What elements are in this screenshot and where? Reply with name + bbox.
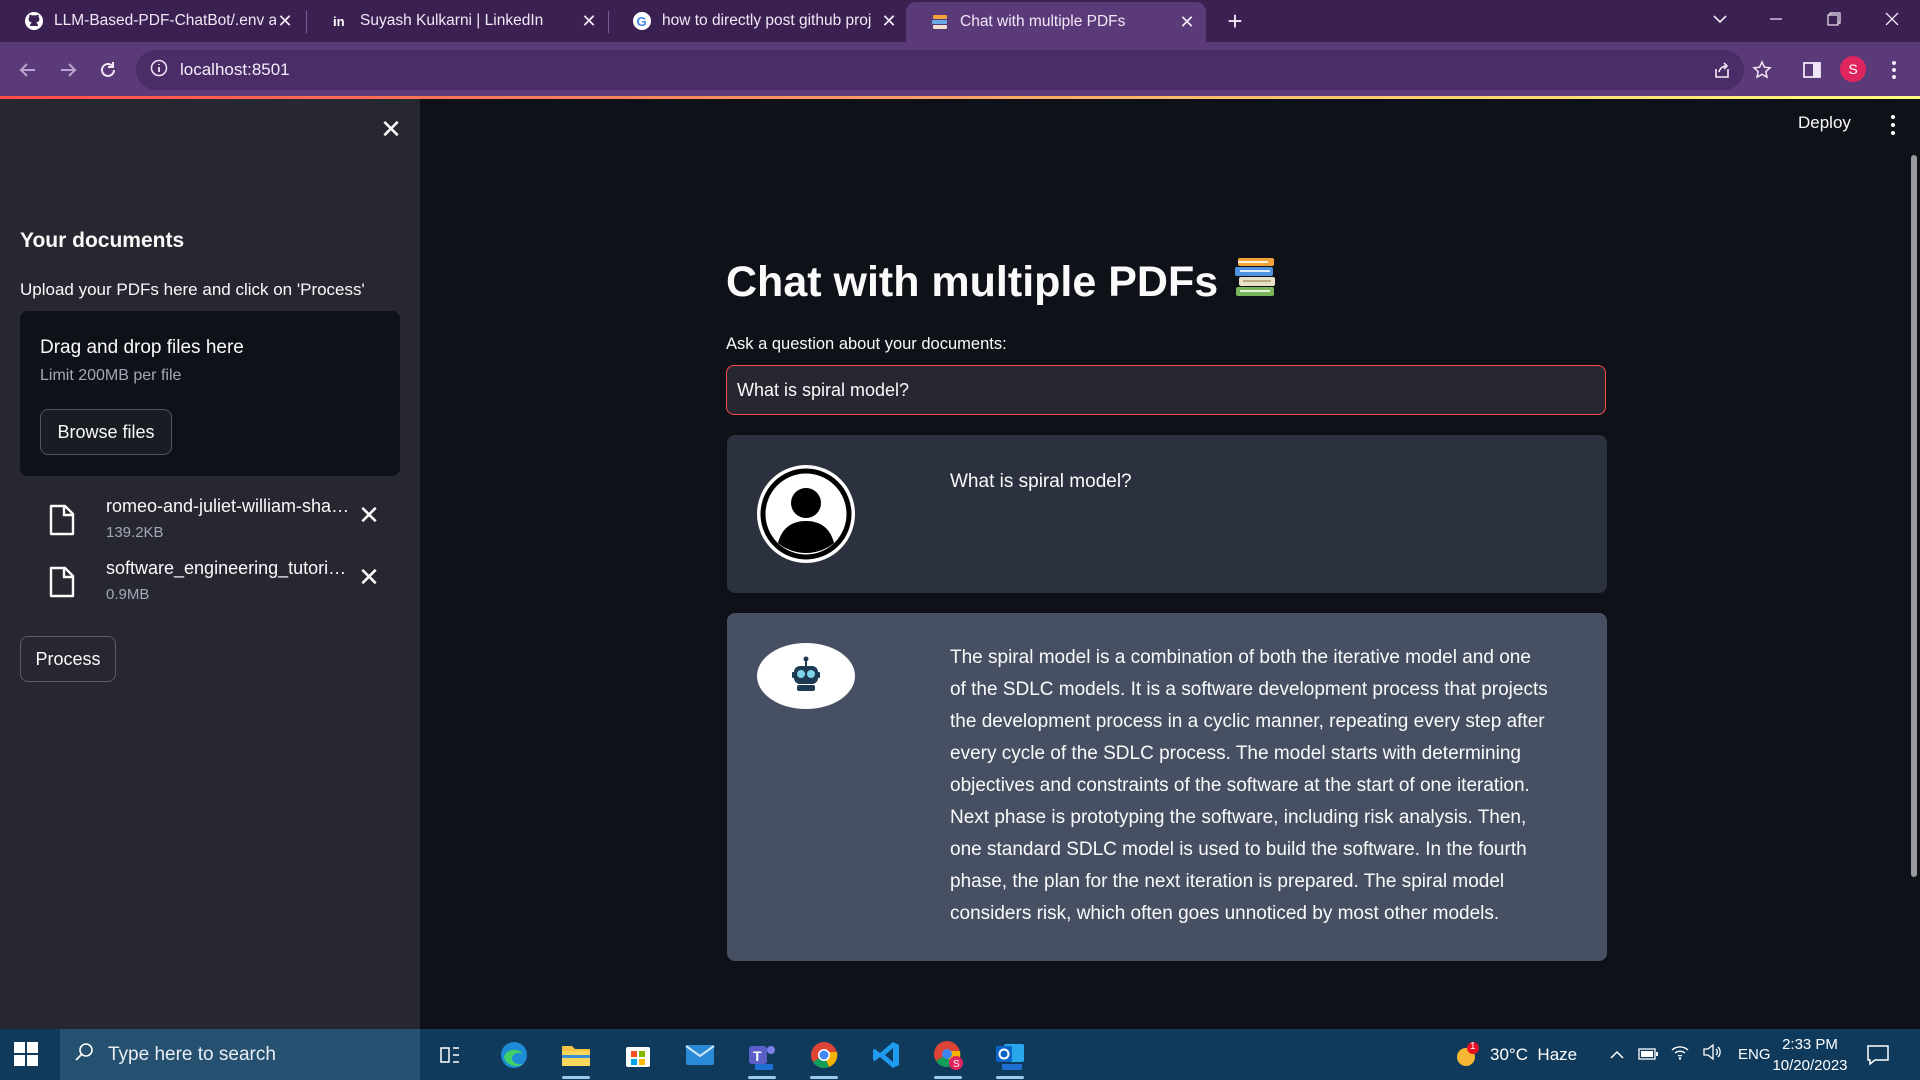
minimize-button[interactable]	[1748, 0, 1804, 38]
tab-chat-pdfs[interactable]: Chat with multiple PDFs ✕	[906, 2, 1206, 42]
close-window-button[interactable]	[1864, 0, 1920, 38]
page-title: Chat with multiple PDFs	[726, 256, 1278, 309]
user-message-text: What is spiral model?	[950, 471, 1132, 492]
back-arrow-icon[interactable]	[14, 56, 42, 84]
windows-taskbar: T S 1 30°C Haze ENG 2:33 PM	[0, 1029, 1920, 1080]
battery-icon[interactable]	[1638, 1045, 1658, 1065]
chevron-up-icon[interactable]	[1610, 1045, 1624, 1065]
weather-text: 30°C Haze	[1490, 1044, 1578, 1064]
user-avatar-icon	[757, 465, 855, 563]
chrome-icon[interactable]	[806, 1037, 842, 1079]
forward-arrow-icon[interactable]	[54, 56, 82, 84]
browser-menu-icon[interactable]	[1880, 56, 1908, 84]
tab-title: how to directly post github proj	[662, 12, 872, 29]
tab-search-chevron-icon[interactable]	[1692, 0, 1748, 38]
taskbar-search-input[interactable]	[108, 1043, 388, 1066]
svg-text:G: G	[637, 14, 647, 29]
tab-google-search[interactable]: G how to directly post github proj ✕	[608, 0, 908, 42]
omnibox[interactable]: localhost:8501	[136, 50, 1744, 90]
notifications-icon[interactable]	[1866, 1029, 1890, 1080]
file-name: software_engineering_tutorial.pdf	[106, 558, 352, 578]
profile-avatar[interactable]: S	[1840, 56, 1866, 82]
close-sidebar-icon[interactable]: ✕	[378, 116, 404, 142]
google-icon: G	[632, 11, 652, 31]
system-clock[interactable]: 2:33 PM 10/20/2023	[1764, 1034, 1856, 1076]
tab-title: Suyash Kulkarni | LinkedIn	[360, 12, 544, 29]
tab-title: LLM-Based-PDF-ChatBot/.env at	[54, 12, 276, 29]
task-view-icon[interactable]	[432, 1037, 468, 1073]
close-tab-icon[interactable]: ✕	[1178, 12, 1196, 32]
question-label: Ask a question about your documents:	[726, 335, 1007, 353]
teams-icon[interactable]: T	[744, 1037, 780, 1079]
svg-text:in: in	[333, 14, 345, 29]
chrome-profile-icon[interactable]: S	[930, 1037, 966, 1079]
weather-widget[interactable]: 1 30°C Haze	[1452, 1029, 1577, 1080]
robot-avatar-icon	[757, 643, 855, 709]
tab-title: Chat with multiple PDFs	[960, 13, 1126, 30]
svg-text:T: T	[753, 1048, 762, 1064]
vscode-icon[interactable]	[868, 1037, 904, 1073]
mail-icon[interactable]	[682, 1037, 718, 1073]
clock-date: 10/20/2023	[1772, 1057, 1848, 1074]
tab-linkedin[interactable]: in Suyash Kulkarni | LinkedIn ✕	[306, 0, 608, 42]
weather-alert-badge: 1	[1470, 1040, 1476, 1052]
side-panel-icon[interactable]	[1798, 56, 1826, 84]
remove-file-icon[interactable]: ✕	[356, 502, 382, 528]
reload-icon[interactable]	[94, 56, 122, 84]
microsoft-store-icon[interactable]	[620, 1037, 656, 1073]
app-menu-icon[interactable]	[1886, 115, 1900, 135]
file-size: 0.9MB	[106, 586, 150, 603]
process-button[interactable]: Process	[20, 636, 116, 682]
dropzone-limit: Limit 200MB per file	[40, 367, 182, 384]
address-bar-row: localhost:8501 S	[0, 42, 1920, 98]
page-title-text: Chat with multiple PDFs	[726, 258, 1219, 306]
file-icon	[48, 566, 76, 598]
chat-message-user: What is spiral model?	[727, 435, 1607, 593]
sidebar-heading: Your documents	[20, 229, 185, 252]
scrollbar[interactable]	[1911, 155, 1917, 877]
system-tray: ENG	[1610, 1029, 1771, 1080]
deploy-button[interactable]: Deploy	[1798, 113, 1851, 133]
question-input[interactable]	[726, 365, 1606, 415]
search-icon	[74, 1042, 94, 1067]
file-icon	[48, 504, 76, 536]
file-name: romeo-and-juliet-william-shakespeare.pdf	[106, 496, 352, 516]
bot-message-text: The spiral model is a combination of bot…	[950, 647, 1548, 924]
close-tab-icon[interactable]: ✕	[276, 11, 294, 31]
books-icon	[930, 12, 950, 32]
uploaded-file-item: romeo-and-juliet-william-shakespeare.pdf…	[40, 496, 400, 552]
volume-icon[interactable]	[1702, 1043, 1722, 1065]
linkedin-icon: in	[330, 11, 350, 31]
wifi-icon[interactable]	[1670, 1044, 1690, 1065]
file-size: 139.2KB	[106, 524, 164, 541]
clock-time: 2:33 PM	[1782, 1036, 1838, 1053]
svg-text:S: S	[953, 1059, 960, 1070]
share-icon[interactable]	[1708, 56, 1736, 84]
site-info-icon[interactable]	[150, 59, 168, 82]
github-icon	[24, 11, 44, 31]
uploader-label: Upload your PDFs here and click on 'Proc…	[20, 280, 365, 299]
outlook-icon[interactable]	[992, 1037, 1028, 1079]
new-tab-button[interactable]: +	[1222, 8, 1248, 34]
tab-github-env[interactable]: LLM-Based-PDF-ChatBot/.env at ✕	[0, 0, 304, 42]
url-text: localhost:8501	[180, 60, 290, 79]
uploaded-file-item: software_engineering_tutorial.pdf 0.9MB …	[40, 558, 400, 614]
sidebar: ✕ Your documents Upload your PDFs here a…	[0, 99, 420, 1029]
close-tab-icon[interactable]: ✕	[580, 11, 598, 31]
edge-icon[interactable]	[496, 1037, 532, 1073]
taskbar-search[interactable]	[60, 1029, 420, 1080]
restore-button[interactable]	[1806, 0, 1862, 38]
bookmark-star-icon[interactable]	[1748, 56, 1776, 84]
dropzone-title: Drag and drop files here	[40, 337, 244, 358]
remove-file-icon[interactable]: ✕	[356, 564, 382, 590]
file-dropzone[interactable]: Drag and drop files here Limit 200MB per…	[20, 311, 400, 476]
close-tab-icon[interactable]: ✕	[880, 11, 898, 31]
browse-files-button[interactable]: Browse files	[40, 409, 172, 455]
browser-tab-strip: LLM-Based-PDF-ChatBot/.env at ✕ in Suyas…	[0, 0, 1920, 42]
weather-sun-icon: 1	[1452, 1041, 1480, 1069]
books-emoji-icon	[1234, 256, 1278, 309]
file-explorer-icon[interactable]	[558, 1037, 594, 1079]
windows-start-icon[interactable]	[14, 1042, 38, 1066]
chat-message-bot: The spiral model is a combination of bot…	[727, 613, 1607, 961]
